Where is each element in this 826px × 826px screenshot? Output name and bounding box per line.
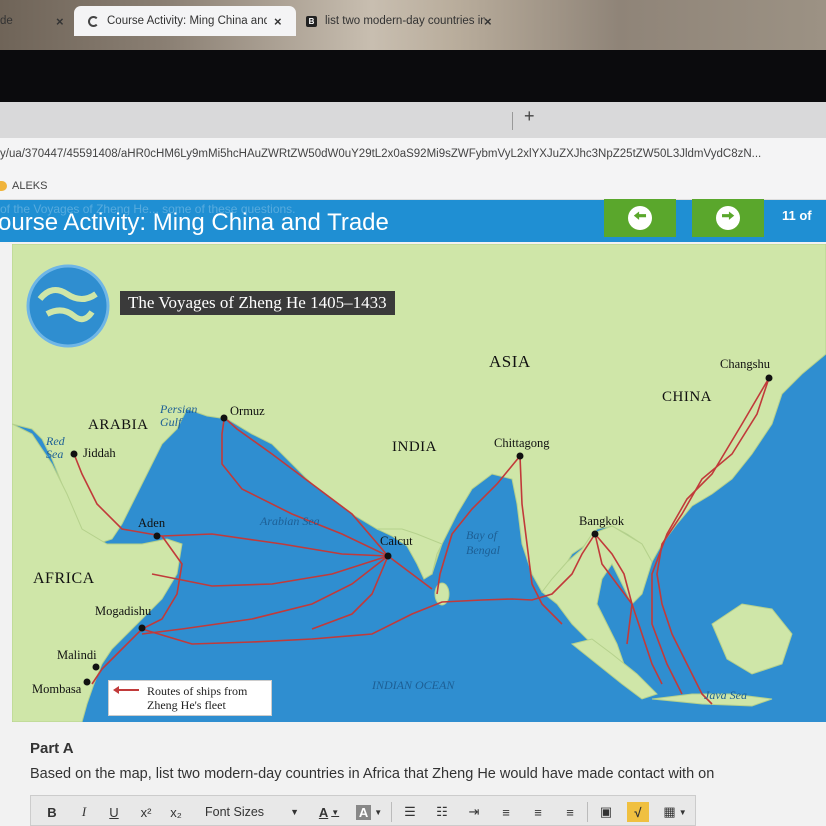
superscript-button[interactable]: x²: [135, 802, 157, 822]
monitor-bezel: [0, 50, 826, 102]
font-color-label: A: [318, 804, 329, 820]
numbered-list-icon[interactable]: ☷: [431, 802, 453, 822]
align-center-icon[interactable]: ≡: [527, 802, 549, 822]
label-mombasa: Mombasa: [32, 682, 82, 696]
edmentum-icon: [88, 15, 99, 27]
label-bangkok: Bangkok: [579, 514, 625, 528]
toolbar-divider: [587, 802, 588, 822]
tab-previous[interactable]: de ×: [0, 6, 80, 36]
tab-brainly[interactable]: B list two modern-day countries in ×: [298, 6, 510, 36]
label-mogadishu: Mogadishu: [95, 604, 152, 618]
label-india: INDIA: [392, 439, 437, 455]
zheng-he-map: [12, 244, 826, 722]
bold-button[interactable]: B: [43, 802, 61, 822]
close-icon[interactable]: ×: [274, 14, 282, 29]
label-indian-ocean: INDIAN OCEAN: [372, 678, 455, 692]
page-title: ourse Activity: Ming China and Trade: [0, 209, 389, 236]
label-arabia: ARABIA: [88, 417, 149, 433]
bullet-list-icon[interactable]: ☰: [399, 802, 421, 822]
label-africa: AFRICA: [33, 570, 95, 587]
close-icon[interactable]: ×: [484, 14, 492, 29]
tab-separator: [512, 112, 513, 130]
close-icon[interactable]: ×: [56, 14, 64, 29]
label-bay-of-bengal: Bay of Bengal: [466, 528, 500, 557]
arrow-right-icon: 🠪: [716, 206, 740, 230]
url-field[interactable]: y/ua/370447/45591408/aHR0cHM6Ly9mMi5hcHA…: [0, 139, 826, 169]
editor-toolbar: B I U x² x₂ Font Sizes ▼ A ▼ A ▼ ☰ ☷ ⇥ ≡…: [30, 795, 696, 826]
tab-label: Course Activity: Ming China and: [107, 15, 267, 27]
previous-button[interactable]: 🠨: [604, 199, 676, 237]
align-left-icon[interactable]: ≡: [495, 802, 517, 822]
subscript-button[interactable]: x₂: [165, 802, 187, 822]
label-jiddah: Jiddah: [83, 446, 116, 460]
tab-label: list two modern-day countries in: [325, 15, 485, 27]
tab-course-activity[interactable]: Course Activity: Ming China and ×: [74, 6, 296, 36]
next-button[interactable]: 🠪: [692, 199, 764, 237]
label-red-sea: Red Sea: [46, 434, 65, 461]
image-icon[interactable]: ▣: [595, 802, 617, 822]
label-ormuz: Ormuz: [230, 404, 265, 418]
highlight-button[interactable]: A ▼: [353, 802, 385, 822]
italic-button[interactable]: I: [75, 802, 93, 822]
toolbar-divider: [391, 802, 392, 822]
label-persian-gulf: Persian Gulf: [160, 402, 198, 429]
font-color-button[interactable]: A ▼: [315, 802, 343, 822]
label-chittagong: Chittagong: [494, 436, 550, 450]
question-text: Based on the map, list two modern-day co…: [30, 766, 715, 782]
tab-bar: [0, 102, 826, 138]
new-tab-button[interactable]: +: [524, 106, 535, 127]
label-asia: ASIA: [489, 352, 531, 371]
arrow-left-icon: 🠨: [628, 206, 652, 230]
caret-down-icon: ▼: [331, 807, 340, 817]
label-changshu: Changshu: [720, 357, 770, 371]
legend-text: Routes of ships from Zheng He's fleet: [147, 684, 248, 712]
route-arrow-icon: [113, 686, 139, 694]
label-java-sea: Java Sea: [704, 688, 747, 702]
label-aden: Aden: [138, 516, 166, 530]
caret-down-icon: ▼: [374, 807, 383, 817]
table-icon[interactable]: ▦ ▼: [659, 802, 691, 822]
aleks-icon: [0, 181, 7, 191]
align-right-icon[interactable]: ≡: [559, 802, 581, 822]
underline-button[interactable]: U: [105, 802, 123, 822]
label-malindi: Malindi: [57, 648, 97, 662]
label-china: CHINA: [662, 389, 712, 405]
tab-label: de: [0, 15, 13, 27]
label-arabian-sea: Arabian Sea: [260, 514, 320, 528]
part-heading: Part A: [30, 740, 74, 757]
globe-icon: [26, 264, 110, 348]
indent-icon[interactable]: ⇥: [463, 802, 485, 822]
map-legend: Routes of ships from Zheng He's fleet: [108, 680, 272, 716]
bookmarks-bar: ALEKS: [0, 172, 826, 200]
page-counter: 11 of: [782, 208, 812, 223]
caret-down-icon: ▼: [290, 807, 299, 817]
brainly-icon: B: [306, 15, 317, 27]
font-size-select[interactable]: Font Sizes ▼: [199, 801, 301, 823]
map-title: The Voyages of Zheng He 1405–1433: [120, 291, 395, 315]
font-size-label: Font Sizes: [205, 805, 265, 819]
label-calcut: Calcut: [380, 534, 413, 548]
math-icon[interactable]: √: [627, 802, 649, 822]
bookmark-aleks[interactable]: ALEKS: [12, 180, 47, 192]
highlight-label: A: [355, 804, 372, 820]
